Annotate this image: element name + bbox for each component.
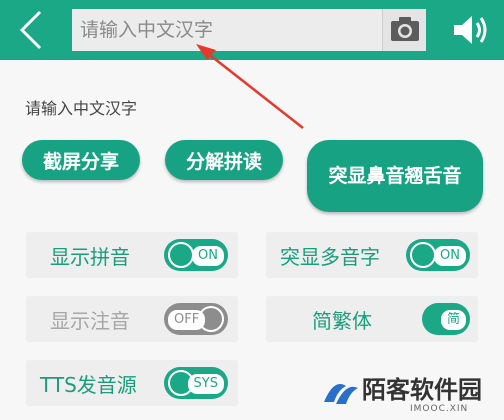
input-hint: 请输入中文汉字 — [25, 99, 138, 118]
toggle-text: ON — [192, 246, 224, 266]
setting-label: 显示注音 — [50, 308, 130, 333]
toggle-text: SYS — [187, 374, 224, 394]
simplified-traditional-toggle[interactable]: 简 — [422, 303, 470, 335]
toggle-text: ON — [434, 246, 466, 266]
split-spell-button[interactable]: 分解拼读 — [165, 140, 283, 180]
watermark-subtitle: IMOOC.XIN — [410, 404, 469, 414]
watermark: 陌客软件园 IMOOC.XIN — [318, 370, 504, 420]
setting-show-zhuyin: 显示注音 OFF — [26, 296, 238, 342]
tts-source-toggle[interactable]: SYS — [164, 367, 228, 399]
setting-label: 显示拼音 — [50, 244, 130, 269]
setting-label: 简繁体 — [312, 308, 372, 333]
annotation-arrow — [196, 44, 304, 129]
setting-tts-source: TTS发音源 SYS — [26, 360, 238, 406]
toggle-text: 简 — [440, 310, 466, 330]
watermark-logo-icon — [324, 384, 358, 404]
highlight-polyphone-toggle[interactable]: ON — [406, 239, 470, 271]
setting-label: TTS发音源 — [40, 372, 137, 397]
setting-highlight-polyphone: 突显多音字 ON — [266, 232, 478, 278]
toggle-knob — [168, 242, 194, 268]
setting-show-pinyin: 显示拼音 ON — [26, 232, 238, 278]
setting-label: 突显多音字 — [280, 244, 380, 269]
setting-simplified-traditional: 简繁体 简 — [266, 296, 478, 342]
highlight-nasal-retroflex-button[interactable]: 突显鼻音翘舌音 — [307, 140, 483, 212]
show-pinyin-toggle[interactable]: ON — [164, 239, 228, 271]
screenshot-share-button[interactable]: 截屏分享 — [22, 140, 140, 180]
show-zhuyin-toggle[interactable]: OFF — [164, 303, 228, 335]
toggle-knob — [410, 242, 436, 268]
watermark-title: 陌客软件园 — [362, 375, 482, 404]
toggle-text: OFF — [168, 310, 206, 330]
